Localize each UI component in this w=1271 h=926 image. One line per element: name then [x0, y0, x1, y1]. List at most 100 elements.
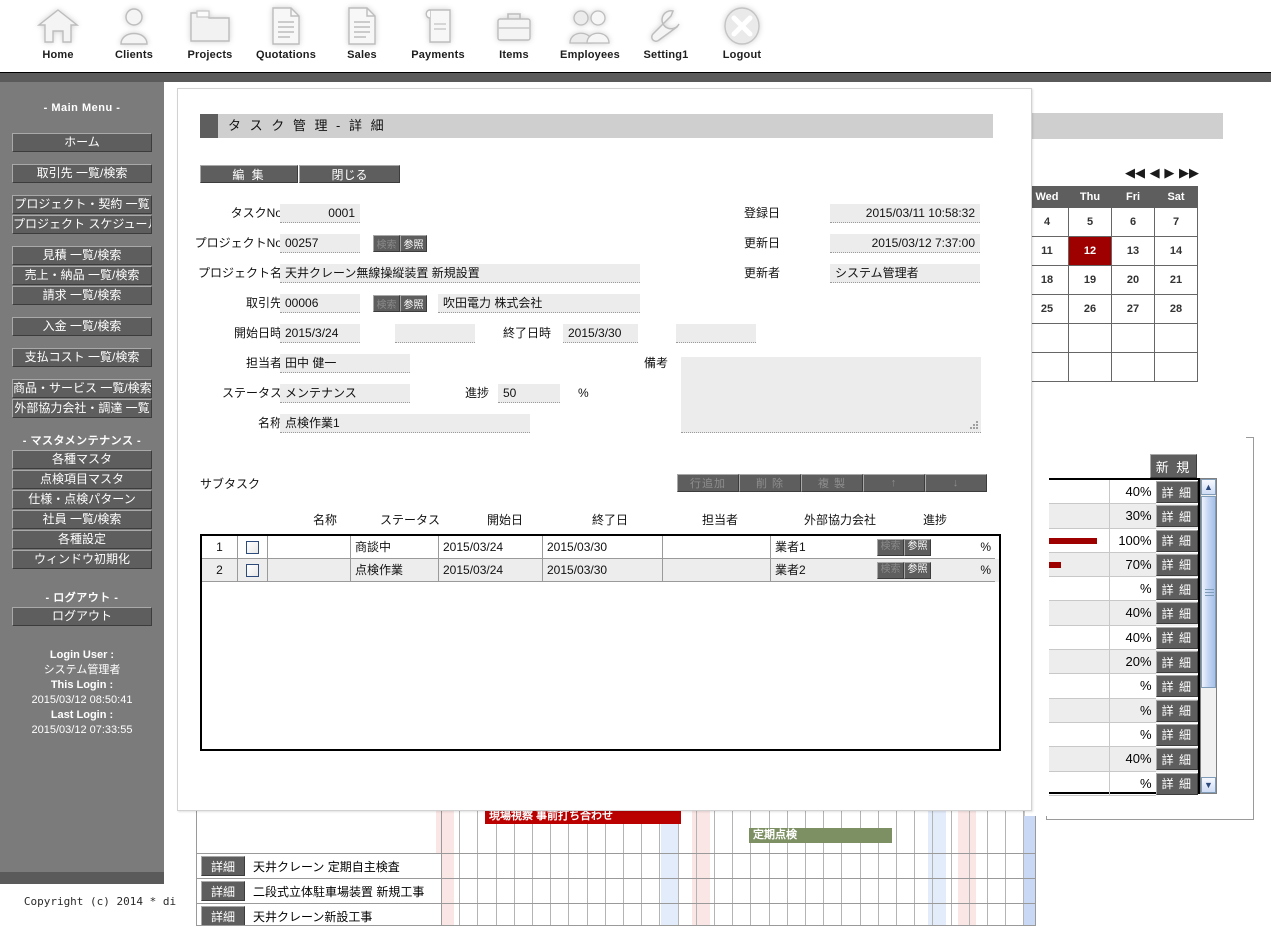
calendar-first-button[interactable]: ◀◀	[1125, 166, 1145, 179]
client-ref-button[interactable]: 参照	[400, 295, 427, 312]
subtask-progress[interactable]: %	[933, 536, 995, 559]
subtask-start-date[interactable]: 2015/03/24	[439, 536, 543, 559]
duplicate-row-button[interactable]: 複 製	[801, 474, 863, 492]
sidebar-item-2-1[interactable]: プロジェクト スケジュール	[12, 215, 152, 234]
row-checkbox[interactable]	[246, 540, 259, 554]
gantt-detail-button[interactable]: 詳細	[201, 881, 245, 901]
project-search-button[interactable]: 検索	[373, 235, 400, 252]
close-button[interactable]: 閉じる	[299, 165, 400, 183]
calendar-day-12[interactable]: 12	[1068, 236, 1112, 266]
add-row-button[interactable]: 行追加	[677, 474, 739, 492]
gantt-bar[interactable]: 定期点検	[749, 828, 892, 843]
scrollbar-thumb[interactable]	[1201, 496, 1216, 688]
toolbar-item-home[interactable]: Home	[20, 0, 96, 61]
move-down-button[interactable]: ↓	[925, 474, 987, 492]
toolbar-item-sales[interactable]: Sales	[324, 0, 400, 61]
calendar-day-14[interactable]: 14	[1154, 236, 1198, 266]
move-up-button[interactable]: ↑	[863, 474, 925, 492]
sidebar-item-3-2[interactable]: 請求 一覧/検索	[12, 286, 152, 305]
row-detail-button[interactable]: 詳 細	[1155, 699, 1198, 722]
start-date-input[interactable]: 2015/3/24	[280, 324, 360, 343]
sidebar-master-item-1[interactable]: 点検項目マスタ	[12, 470, 152, 489]
calendar-day-7[interactable]: 7	[1154, 207, 1198, 237]
scroll-down-button[interactable]: ▼	[1201, 777, 1216, 793]
toolbar-item-employees[interactable]: Employees	[552, 0, 628, 61]
toolbar-item-logout[interactable]: Logout	[704, 0, 780, 61]
calendar-day-5[interactable]: 5	[1068, 207, 1112, 237]
calendar-day-6[interactable]: 6	[1111, 207, 1155, 237]
row-detail-button[interactable]: 詳 細	[1155, 505, 1198, 528]
toolbar-item-setting1[interactable]: Setting1	[628, 0, 704, 61]
row-detail-button[interactable]: 詳 細	[1155, 578, 1198, 601]
subtask-owner[interactable]	[663, 559, 771, 582]
edit-button[interactable]: 編 集	[200, 165, 298, 183]
row-detail-button[interactable]: 詳 細	[1155, 675, 1198, 698]
end-date-input[interactable]: 2015/3/30	[563, 324, 638, 343]
sidebar-item-6-0[interactable]: 商品・サービス 一覧/検索	[12, 379, 152, 398]
calendar-day-13[interactable]: 13	[1111, 236, 1155, 266]
sidebar-item-2-0[interactable]: プロジェクト・契約 一覧	[12, 195, 152, 214]
sidebar-item-5-0[interactable]: 支払コスト 一覧/検索	[12, 348, 152, 367]
subtask-start-date[interactable]: 2015/03/24	[439, 559, 543, 582]
row-detail-button[interactable]: 詳 細	[1155, 626, 1198, 649]
calendar-next-button[interactable]: ▶	[1164, 166, 1174, 179]
row-detail-button[interactable]: 詳 細	[1155, 748, 1198, 771]
row-detail-button[interactable]: 詳 細	[1155, 772, 1198, 795]
subtask-ref-button[interactable]: 参照	[904, 538, 931, 556]
gantt-detail-button[interactable]: 詳細	[201, 856, 245, 876]
progress-input[interactable]: 50	[498, 384, 560, 403]
calendar-day-21[interactable]: 21	[1154, 265, 1198, 295]
project-no-input[interactable]: 00257	[280, 234, 360, 253]
end-time-input[interactable]	[676, 324, 756, 343]
toolbar-item-items[interactable]: Items	[476, 0, 552, 61]
sidebar-master-item-4[interactable]: 各種設定	[12, 530, 152, 549]
subtask-ref-button[interactable]: 参照	[904, 561, 931, 579]
subtask-search-button[interactable]: 検索	[877, 538, 904, 556]
toolbar-item-projects[interactable]: Projects	[172, 0, 248, 61]
toolbar-item-clients[interactable]: Clients	[96, 0, 172, 61]
sidebar-item-3-1[interactable]: 売上・納品 一覧/検索	[12, 266, 152, 285]
owner-input[interactable]: 田中 健一	[280, 354, 410, 373]
sidebar-item-logout[interactable]: ログアウト	[12, 607, 152, 626]
status-input[interactable]: メンテナンス	[280, 384, 410, 403]
toolbar-item-quotations[interactable]: Quotations	[248, 0, 324, 61]
sidebar-item-4-0[interactable]: 入金 一覧/検索	[12, 317, 152, 336]
calendar-day-20[interactable]: 20	[1111, 265, 1155, 295]
subtask-end-date[interactable]: 2015/03/30	[543, 536, 663, 559]
subtask-vendor[interactable]: 業者1	[771, 536, 877, 559]
subtask-owner[interactable]	[663, 536, 771, 559]
calendar-day-27[interactable]: 27	[1111, 294, 1155, 324]
subtask-vendor[interactable]: 業者2	[771, 559, 877, 582]
client-code-input[interactable]: 00006	[280, 294, 360, 313]
calendar-day-19[interactable]: 19	[1068, 265, 1112, 295]
calendar-day-28[interactable]: 28	[1154, 294, 1198, 324]
gantt-detail-button[interactable]: 詳細	[201, 906, 245, 925]
subtask-name[interactable]	[268, 559, 351, 582]
row-checkbox[interactable]	[246, 563, 259, 577]
sidebar-item-0-0[interactable]: ホーム	[12, 133, 152, 152]
sidebar-item-3-0[interactable]: 見積 一覧/検索	[12, 246, 152, 265]
calendar-day-26[interactable]: 26	[1068, 294, 1112, 324]
sidebar-master-item-2[interactable]: 仕様・点検パターン	[12, 490, 152, 509]
row-detail-button[interactable]: 詳 細	[1155, 529, 1198, 552]
delete-row-button[interactable]: 削 除	[739, 474, 801, 492]
subtask-status[interactable]: 商談中	[351, 536, 439, 559]
client-search-button[interactable]: 検索	[373, 295, 400, 312]
row-detail-button[interactable]: 詳 細	[1155, 723, 1198, 746]
subtask-status[interactable]: 点検作業	[351, 559, 439, 582]
start-time-input[interactable]	[395, 324, 475, 343]
gantt-bar[interactable]: 現場視察 事前打ち合わせ	[485, 809, 681, 824]
row-detail-button[interactable]: 詳 細	[1155, 651, 1198, 674]
row-detail-button[interactable]: 詳 細	[1155, 481, 1198, 503]
sidebar-master-item-0[interactable]: 各種マスタ	[12, 450, 152, 469]
sidebar-item-1-0[interactable]: 取引先 一覧/検索	[12, 164, 152, 183]
calendar-prev-button[interactable]: ◀	[1150, 166, 1160, 179]
sidebar-item-6-1[interactable]: 外部協力会社・調達 一覧	[12, 399, 152, 418]
scroll-up-button[interactable]: ▲	[1201, 479, 1216, 495]
row-detail-button[interactable]: 詳 細	[1155, 602, 1198, 625]
row-detail-button[interactable]: 詳 細	[1155, 553, 1198, 576]
memo-textarea[interactable]	[681, 357, 981, 433]
resize-grip-icon[interactable]	[970, 421, 978, 429]
toolbar-item-payments[interactable]: Payments	[400, 0, 476, 61]
project-ref-button[interactable]: 参照	[400, 235, 427, 252]
